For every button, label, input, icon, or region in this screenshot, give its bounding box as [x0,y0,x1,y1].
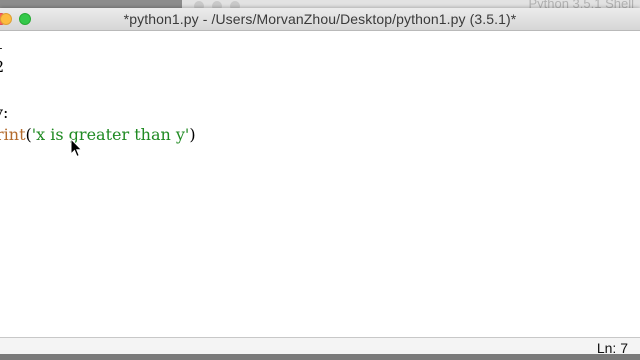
screen: Python 3.5.1 Shell *python1.py - /Users/… [0,0,640,360]
code-token-string: 'x is greater than y' [31,125,190,144]
code-token-plain: 2 [0,57,4,76]
code-token-plain: ) [189,125,196,144]
title-bar[interactable]: *python1.py - /Users/MorvanZhou/Desktop/… [0,8,640,31]
editor-window: *python1.py - /Users/MorvanZhou/Desktop/… [0,8,640,356]
mouse-pointer-icon [70,138,82,158]
status-bar: Ln: 7 [0,337,640,356]
code-line-4[interactable]: y: [0,102,8,124]
desktop-bottom-strip [0,354,640,360]
code-editor[interactable]: 1 2 y: rint('x is greater than y') [0,31,640,337]
code-line-2[interactable]: 2 [0,56,4,78]
code-token-plain: y: [0,103,9,122]
window-title: *python1.py - /Users/MorvanZhou/Desktop/… [123,11,517,27]
code-token-plain: 1 [0,34,4,53]
code-line-1[interactable]: 1 [0,33,4,55]
code-line-5[interactable]: rint('x is greater than y') [0,124,196,146]
code-token-keyword: rint [0,125,26,144]
